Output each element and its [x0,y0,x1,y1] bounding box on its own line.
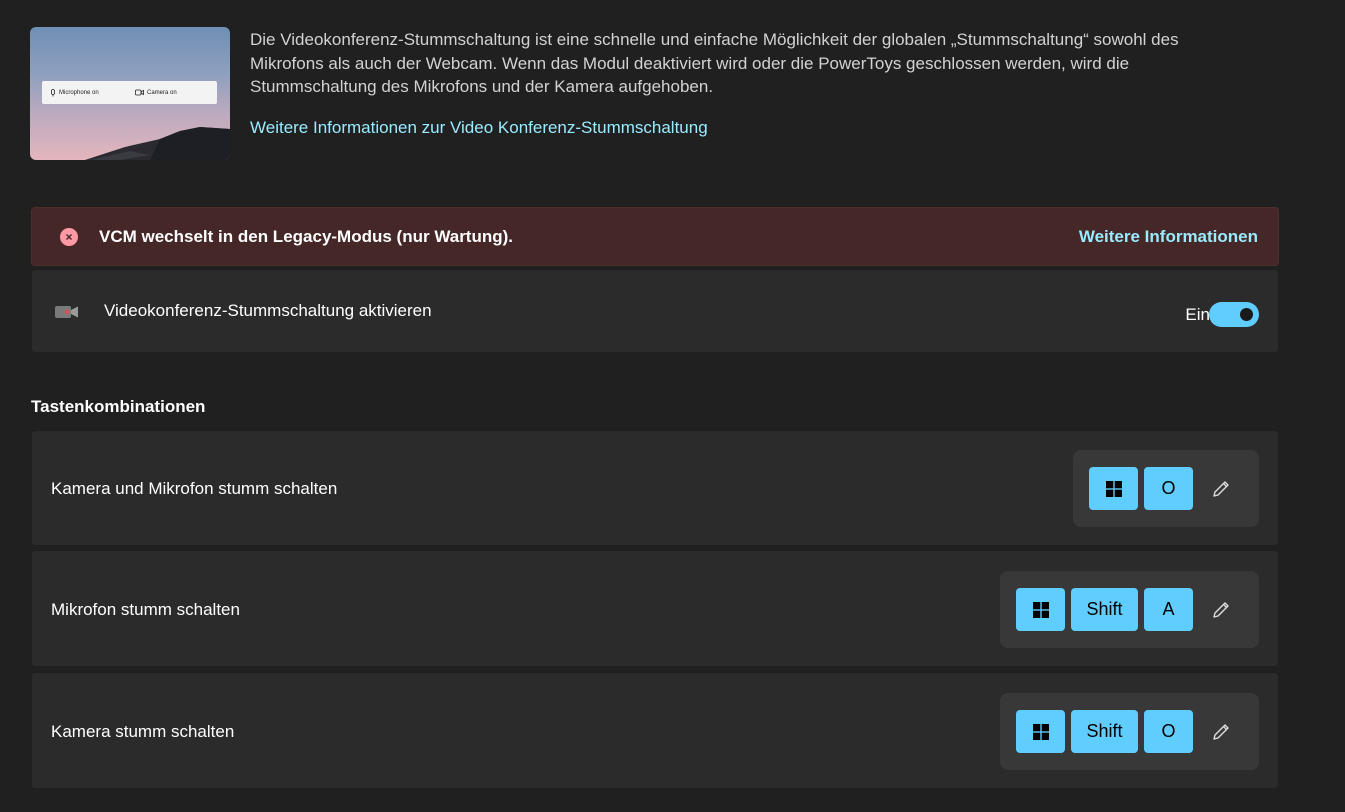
learn-more-link[interactable]: Weitere Informationen zur Video Konferen… [250,118,708,138]
windows-key [1016,588,1065,631]
enable-toggle[interactable] [1209,302,1259,327]
windows-key [1089,467,1138,510]
key: Shift [1071,588,1138,631]
shortcut-label: Kamera und Mikrofon stumm schalten [51,479,338,498]
edit-shortcut-button[interactable] [1199,467,1243,510]
banner-learn-more-link[interactable]: Weitere Informationen [1079,227,1258,247]
windows-key [1016,710,1065,753]
toggle-knob [1240,308,1253,321]
banner-message: VCM wechselt in den Legacy-Modus (nur Wa… [99,227,514,246]
edit-shortcut-button[interactable] [1199,588,1243,631]
shortcut-row-camera: Kamera stumm schalten Shift O [31,672,1279,789]
preview-cam-label: Camera on [147,89,177,96]
legacy-mode-banner: VCM wechselt in den Legacy-Modus (nur Wa… [31,207,1279,266]
shortcut-keys: O [1073,450,1259,527]
module-description: Die Videokonferenz-Stummschaltung ist ei… [250,30,1179,96]
preview-cam: Camera on [135,89,177,96]
windows-logo-icon [1032,601,1049,618]
error-icon [60,228,78,246]
shortcut-keys: Shift A [1000,571,1259,648]
enable-label: Videokonferenz-Stummschaltung aktivieren [104,301,432,320]
shortcut-row-camera-mic: Kamera und Mikrofon stumm schalten O [31,430,1279,546]
enable-module-card: Videokonferenz-Stummschaltung aktivieren… [31,269,1279,353]
hero-image: Microphone on Camera on [30,27,230,160]
shortcut-keys: Shift O [1000,693,1259,770]
pencil-icon [1213,723,1229,740]
preview-mic: Microphone on [50,88,99,97]
shortcut-label: Mikrofon stumm schalten [51,600,240,619]
camera-icon [135,89,144,96]
edit-shortcut-button[interactable] [1199,710,1243,753]
key: Shift [1071,710,1138,753]
preview-mic-label: Microphone on [59,89,99,96]
key: O [1144,467,1193,510]
windows-logo-icon [1032,723,1049,740]
key: O [1144,710,1193,753]
preview-toolbar: Microphone on Camera on [42,81,217,104]
windows-logo-icon [1105,480,1122,497]
microphone-icon [51,88,55,96]
pencil-icon [1213,601,1229,618]
shortcuts-section-title: Tastenkombinationen [31,397,206,416]
pencil-icon [1213,480,1229,497]
video-camera-icon [55,306,78,318]
shortcut-row-mic: Mikrofon stumm schalten Shift A [31,550,1279,667]
toggle-state-label: Ein [1185,305,1210,324]
key: A [1144,588,1193,631]
shortcut-label: Kamera stumm schalten [51,722,235,741]
